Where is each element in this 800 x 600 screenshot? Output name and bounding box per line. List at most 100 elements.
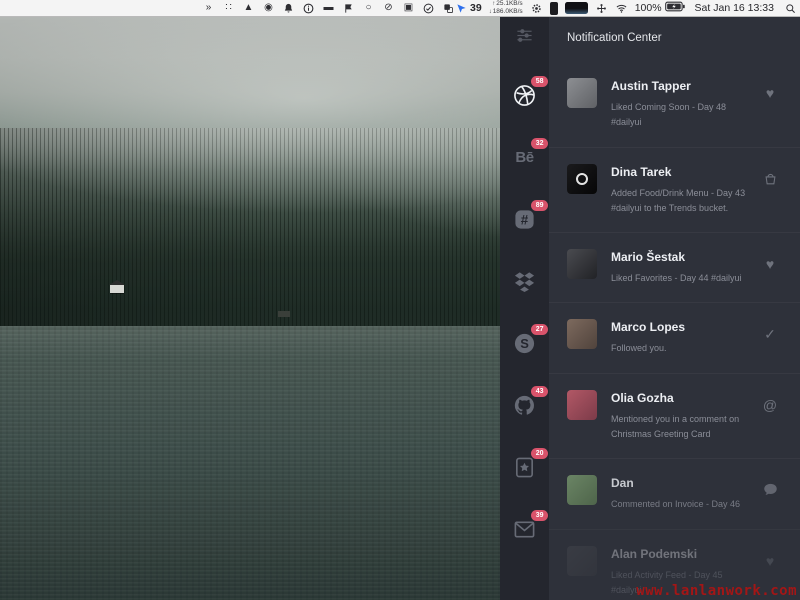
settings-sliders-icon[interactable] (515, 27, 535, 43)
mail-icon (513, 518, 536, 541)
pointer-count-item[interactable]: 39 (455, 2, 482, 15)
notification-body: Mario Šestak Liked Favorites - Day 44 #da… (611, 249, 760, 286)
sidebar-item-dribbble[interactable]: 58 (512, 83, 537, 108)
notification-user-name: Dina Tarek (611, 165, 754, 179)
lake-shed (278, 311, 290, 317)
notification-row[interactable]: Marco Lopes Followed you. ✓ (549, 303, 800, 373)
heart-icon[interactable]: ♥ (760, 256, 780, 272)
notification-row[interactable]: Mario Šestak Liked Favorites - Day 44 #da… (549, 233, 800, 303)
notification-badge: 32 (531, 138, 548, 149)
bell-icon[interactable] (282, 2, 295, 15)
phone-icon[interactable] (550, 2, 558, 15)
flag-icon[interactable] (342, 2, 355, 15)
dash-icon[interactable]: ▬ (322, 2, 335, 15)
notification-user-name: Marco Lopes (611, 320, 754, 334)
avatar (567, 546, 597, 576)
notification-user-name: Alan Podemski (611, 547, 754, 561)
check-circle-icon[interactable] (422, 2, 435, 15)
sidebar-item-skype[interactable]: S27 (512, 331, 537, 356)
notification-row[interactable]: Dan Commented on Invoice - Day 46 (549, 459, 800, 529)
network-speed-indicator[interactable]: ↑25.1KB/s ↓186.0KB/s (489, 0, 523, 16)
hash-icon: # (513, 208, 536, 231)
avatar (567, 249, 597, 279)
cursor-icon (455, 2, 468, 15)
notification-badge: 58 (531, 76, 548, 87)
notification-body: Dan Commented on Invoice - Day 46 (611, 475, 760, 512)
battery-percent-value: 100% (635, 2, 662, 14)
app-sidebar: 58 Bē32 #89 S27 43 20 39 (500, 17, 549, 600)
move-icon[interactable] (595, 2, 608, 15)
dots-icon[interactable]: ∷ (222, 2, 235, 15)
sidebar-item-hash[interactable]: #89 (512, 207, 537, 232)
macos-screen: » ∷ ▲ ◉ ▬ ○ ⊘ ▣ 39 ↑25.1KB/s ↓186.0KB/s (0, 0, 800, 600)
avatar-logo-ring (576, 173, 588, 185)
notification-user-name: Dan (611, 476, 754, 490)
gear-icon[interactable] (530, 2, 543, 15)
notification-row[interactable]: Dina Tarek Added Food/Drink Menu - Day 43… (549, 148, 800, 234)
heart-icon[interactable]: ♥ (760, 553, 780, 569)
notification-body: Olia Gozha Mentioned you in a comment on … (611, 390, 760, 443)
sidebar-item-mail[interactable]: 39 (512, 517, 537, 542)
notification-user-name: Olia Gozha (611, 391, 754, 405)
avatar (567, 475, 597, 505)
notification-message: Followed you. (611, 341, 754, 356)
check-icon[interactable]: ✓ (760, 326, 780, 343)
sidebar-item-behance[interactable]: Bē32 (512, 145, 537, 170)
dropbox-icon (513, 270, 536, 293)
pointer-count-value: 39 (470, 2, 482, 14)
google-drive-icon[interactable]: ▲ (242, 2, 255, 15)
notification-row[interactable]: Olia Gozha Mentioned you in a comment on … (549, 374, 800, 460)
at-icon[interactable]: @ (760, 397, 780, 413)
avatar (567, 164, 597, 194)
sidebar-item-github[interactable]: 43 (512, 393, 537, 418)
download-arrow-icon: ↓ (489, 9, 492, 15)
sidebar-item-dropbox[interactable] (512, 269, 537, 294)
notification-list: Austin Tapper Liked Coming Soon - Day 48 … (549, 62, 800, 600)
behance-icon: Bē (515, 149, 533, 167)
panel-title: Notification Center (567, 32, 800, 44)
notification-message: Liked Coming Soon - Day 48 #dailyui (611, 100, 754, 131)
notification-body: Marco Lopes Followed you. (611, 319, 760, 356)
chat-icon[interactable] (760, 482, 780, 500)
square-icon[interactable]: ▣ (402, 2, 415, 15)
sidebar-item-bookmark[interactable]: 20 (512, 455, 537, 480)
watermark-text: www.lanlanwork.com (636, 583, 797, 599)
spotlight-search-icon[interactable] (784, 2, 797, 15)
notification-row[interactable]: Austin Tapper Liked Coming Soon - Day 48 … (549, 62, 800, 148)
notification-badge: 43 (531, 386, 548, 397)
notification-user-name: Austin Tapper (611, 79, 754, 93)
svg-text:#: # (521, 212, 529, 227)
creative-cloud-icon[interactable]: ◉ (262, 2, 275, 15)
upload-arrow-icon: ↑ (492, 1, 495, 7)
battery-indicator[interactable]: 100% (635, 1, 685, 15)
skype-icon: S (513, 332, 536, 355)
display-icon[interactable] (565, 2, 588, 14)
dribbble-icon (513, 84, 536, 107)
notification-message: Commented on Invoice - Day 46 (611, 497, 754, 512)
menu-bar-clock[interactable]: Sat Jan 16 13:33 (695, 2, 774, 14)
notification-center-panel: 58 Bē32 #89 S27 43 20 39 Notification Center A… (500, 17, 800, 600)
block-icon[interactable]: ⊘ (382, 2, 395, 15)
notification-badge: 27 (531, 324, 548, 335)
notification-user-name: Mario Šestak (611, 250, 754, 264)
notification-badge: 39 (531, 510, 548, 521)
notification-message: Liked Favorites - Day 44 #dailyui (611, 271, 754, 286)
bookmark-icon (513, 456, 536, 479)
wifi-icon[interactable] (615, 2, 628, 15)
heart-icon[interactable]: ♥ (760, 85, 780, 101)
notification-message: Mentioned you in a comment on Christmas … (611, 412, 754, 443)
notification-message: Added Food/Drink Menu - Day 43 #dailyui … (611, 186, 754, 217)
translate-icon[interactable] (442, 2, 455, 15)
battery-icon (665, 1, 685, 15)
avatar (567, 78, 597, 108)
info-icon[interactable] (302, 2, 315, 15)
lake-house (110, 285, 124, 293)
net-down-value: 186.0KB/s (493, 8, 523, 15)
notification-panel-main: Notification Center Austin Tapper Liked C… (549, 17, 800, 600)
notification-badge: 20 (531, 448, 548, 459)
bucket-icon[interactable] (760, 171, 780, 189)
github-icon (513, 394, 536, 417)
circle-icon[interactable]: ○ (362, 2, 375, 15)
arrows-icon[interactable]: » (202, 2, 215, 15)
menu-bar: » ∷ ▲ ◉ ▬ ○ ⊘ ▣ 39 ↑25.1KB/s ↓186.0KB/s (0, 0, 800, 17)
